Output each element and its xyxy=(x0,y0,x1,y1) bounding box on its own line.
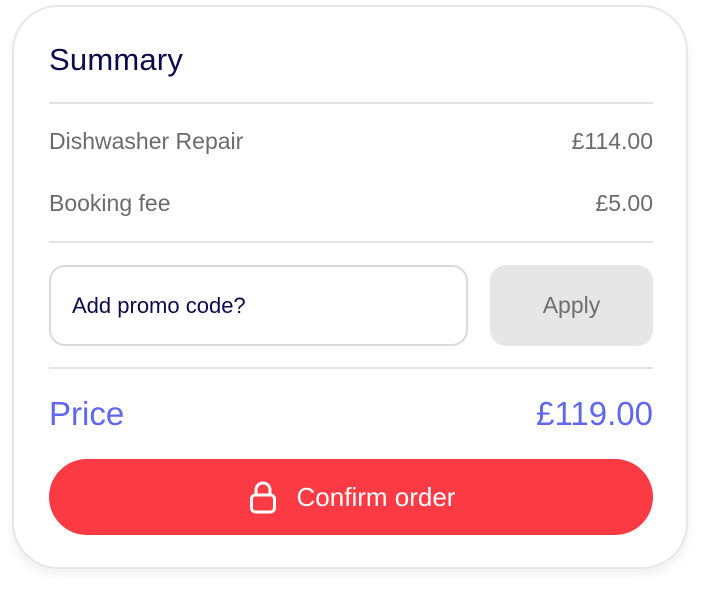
lock-icon xyxy=(247,480,279,514)
line-item-label: Dishwasher Repair xyxy=(49,127,244,154)
total-price-label: Price xyxy=(49,395,125,432)
divider xyxy=(49,102,653,104)
summary-title: Summary xyxy=(49,42,184,77)
confirm-order-button[interactable]: Confirm order xyxy=(49,459,653,535)
line-item-amount: £5.00 xyxy=(595,189,653,216)
apply-promo-button[interactable]: Apply xyxy=(490,265,653,346)
line-item-label: Booking fee xyxy=(49,189,171,216)
confirm-order-label: Confirm order xyxy=(296,481,456,512)
total-price-amount: £119.00 xyxy=(536,395,653,432)
line-item-booking-fee: Booking fee £5.00 xyxy=(49,188,653,218)
promo-code-input[interactable]: Add promo code? xyxy=(49,265,468,346)
divider xyxy=(49,241,653,243)
line-item-service: Dishwasher Repair £114.00 xyxy=(49,126,653,156)
total-price-row: Price £119.00 xyxy=(49,394,653,434)
divider xyxy=(49,367,653,369)
line-item-amount: £114.00 xyxy=(571,127,653,154)
apply-button-label: Apply xyxy=(542,292,601,318)
promo-code-placeholder: Add promo code? xyxy=(72,292,246,318)
